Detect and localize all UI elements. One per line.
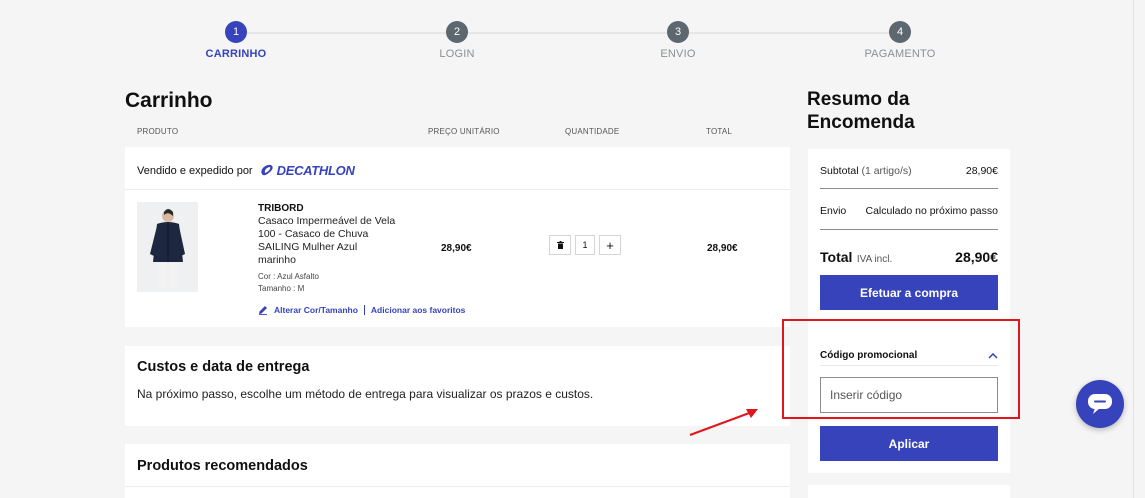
- stepper-track: [236, 32, 900, 34]
- shipping-row: Envio Calculado no próximo passo: [820, 205, 998, 217]
- shipping-value: Calculado no próximo passo: [865, 205, 999, 217]
- highlight-box: [782, 319, 1020, 419]
- step-label: ENVIO: [660, 48, 696, 60]
- checkout-button[interactable]: Efetuar a compra: [820, 275, 998, 310]
- cart-item-card: Vendido e expedido por DECATHLON TRIBORD…: [125, 147, 790, 327]
- unit-price: 28,90€: [441, 243, 472, 254]
- product-color: Cor : Azul Asfalto: [258, 272, 319, 281]
- total-value: 28,90€: [955, 249, 998, 265]
- summary-extra-card: [808, 485, 1010, 498]
- line-total: 28,90€: [707, 243, 738, 254]
- seller-brand-name: DECATHLON: [276, 163, 355, 178]
- link-separator: [363, 305, 365, 315]
- step-label: LOGIN: [439, 48, 475, 60]
- jacket-illustration: [137, 202, 198, 292]
- chat-icon: [1088, 394, 1112, 414]
- product-name[interactable]: Casaco Impermeável de Vela 100 - Casaco …: [258, 215, 398, 267]
- seller-prefix: Vendido e expedido por: [137, 164, 253, 177]
- column-header-total: TOTAL: [706, 127, 733, 136]
- scrollbar-track[interactable]: [1133, 0, 1134, 498]
- add-to-favorites-link[interactable]: Adicionar aos favoritos: [371, 305, 465, 315]
- annotation-arrow-icon: [689, 409, 758, 436]
- step-payment: 4 PAGAMENTO: [840, 21, 960, 60]
- step-shipping: 3 ENVIO: [618, 21, 738, 60]
- increase-quantity-button[interactable]: +: [599, 235, 621, 255]
- subtotal-count: (1 artigo/s): [861, 165, 912, 177]
- column-header-product: PRODUTO: [137, 127, 179, 136]
- delivery-text: Na próximo passo, escolhe um método de e…: [137, 387, 594, 401]
- seller-brand: DECATHLON: [259, 163, 355, 178]
- step-number: 3: [667, 21, 689, 43]
- chat-button[interactable]: [1076, 380, 1124, 428]
- change-variant-link[interactable]: Alterar Cor/Tamanho: [274, 305, 358, 315]
- step-cart: 1 CARRINHO: [176, 21, 296, 60]
- shipping-label: Envio: [820, 205, 847, 217]
- step-login: 2 LOGIN: [397, 21, 517, 60]
- subtotal-value: 28,90€: [965, 165, 998, 177]
- step-number: 2: [446, 21, 468, 43]
- recommended-title: Produtos recomendados: [137, 458, 308, 474]
- divider: [820, 188, 998, 189]
- quantity-value[interactable]: 1: [575, 235, 595, 255]
- product-size: Tamanho : M: [258, 284, 305, 293]
- total-note: IVA incl.: [856, 254, 893, 265]
- step-label: CARRINHO: [205, 48, 267, 60]
- recommended-card: Produtos recomendados: [125, 444, 790, 498]
- product-brand: TRIBORD: [258, 203, 304, 214]
- summary-card: Subtotal (1 artigo/s) 28,90€ Envio Calcu…: [808, 149, 1010, 473]
- step-number: 1: [225, 21, 247, 43]
- remove-item-button[interactable]: [549, 235, 571, 255]
- total-label: Total: [820, 249, 853, 265]
- subtotal-row: Subtotal (1 artigo/s) 28,90€: [820, 165, 998, 177]
- divider: [820, 229, 998, 230]
- step-label: PAGAMENTO: [864, 48, 936, 60]
- page-title: Carrinho: [125, 89, 213, 112]
- seller-info: Vendido e expedido por DECATHLON: [137, 163, 355, 178]
- divider: [125, 189, 790, 190]
- subtotal-label: Subtotal: [820, 165, 859, 177]
- product-image[interactable]: [137, 202, 198, 292]
- plus-icon: +: [606, 237, 614, 253]
- apply-promo-button[interactable]: Aplicar: [820, 426, 998, 461]
- pencil-icon: [259, 306, 267, 315]
- divider: [125, 486, 790, 487]
- total-row: Total IVA incl. 28,90€: [820, 249, 998, 267]
- quantity-stepper: 1 +: [549, 235, 621, 255]
- column-header-quantity: QUANTIDADE: [565, 127, 620, 136]
- summary-title: Resumo da Encomenda: [807, 89, 915, 133]
- column-header-unit-price: PREÇO UNITÁRIO: [428, 127, 500, 136]
- decathlon-logo-icon: [261, 164, 273, 176]
- delivery-title: Custos e data de entrega: [137, 359, 310, 375]
- product-actions: Alterar Cor/Tamanho Adicionar aos favori…: [258, 305, 465, 315]
- step-number: 4: [889, 21, 911, 43]
- trash-icon: [556, 241, 564, 249]
